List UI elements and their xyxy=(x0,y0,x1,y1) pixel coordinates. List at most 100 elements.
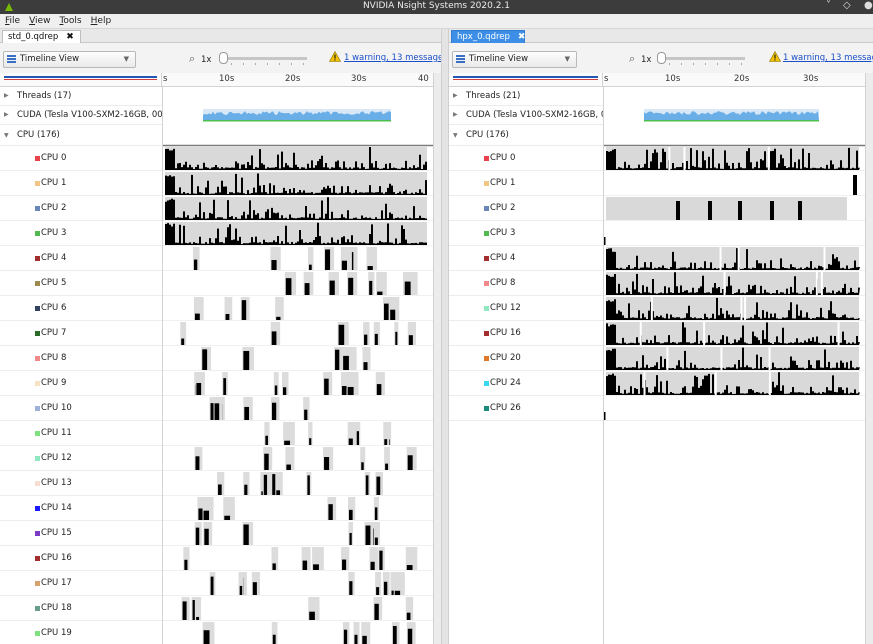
tree-row-cpu-item[interactable]: CPU 10 xyxy=(0,396,162,421)
cpu-utilization-bar xyxy=(328,504,333,520)
left-timeline-canvas[interactable] xyxy=(163,87,433,644)
tab-std-report[interactable]: std_0.qdrep ✖ xyxy=(2,30,81,43)
tree-row-cpu-item[interactable]: CPU 12 xyxy=(449,296,603,321)
menu-view[interactable]: View xyxy=(29,16,50,26)
cpu-utilization-bar xyxy=(265,435,268,445)
ruler-tick: 20s xyxy=(734,74,750,84)
left-tabstrip: std_0.qdrep ✖ xyxy=(0,29,441,43)
cpu-utilization-bar xyxy=(379,550,383,570)
tab-close-icon[interactable]: ✖ xyxy=(518,32,526,42)
cpu-utilization-bar xyxy=(276,490,281,495)
cpu-utilization-bar xyxy=(390,309,396,320)
menu-file[interactable]: File xyxy=(5,16,20,26)
view-select[interactable]: Timeline View ▼ xyxy=(452,51,577,68)
menu-bar: File View Tools Help xyxy=(0,14,873,29)
tree-row-cpu-item[interactable]: CPU 14 xyxy=(0,496,162,521)
tree-row-cpu-item[interactable]: CPU 3 xyxy=(449,221,603,246)
cpu-utilization-bar xyxy=(356,431,360,445)
chevron-right-icon[interactable]: ▶ xyxy=(4,106,9,124)
cpu-utilization-bar xyxy=(376,476,381,495)
cpu-label: CPU 19 xyxy=(41,628,72,638)
tree-row-cpu-item[interactable]: CPU 3 xyxy=(0,221,162,246)
tree-row-cpu-item[interactable]: CPU 13 xyxy=(0,471,162,496)
warnings-link[interactable]: 1 warning, 13 messages xyxy=(344,53,448,63)
tree-row-cpu-item[interactable]: CPU 19 xyxy=(0,621,162,644)
cpu-label: CPU 26 xyxy=(490,403,521,413)
cpu-idle-gap xyxy=(683,147,686,170)
cpu-label: CPU 4 xyxy=(41,253,67,263)
tree-row-cpu-item[interactable]: CPU 11 xyxy=(0,421,162,446)
cpu-label: CPU 2 xyxy=(490,203,516,213)
close-icon[interactable]: ● xyxy=(864,0,873,11)
tree-row-cpu-item[interactable]: CPU 8 xyxy=(0,346,162,371)
right-row-tree: ▶ Threads (21) ▶ CUDA (Tesla V100-SXM2-16G… xyxy=(449,87,604,644)
tree-row-cpu-item[interactable]: CPU 1 xyxy=(449,171,603,196)
warnings-link[interactable]: 1 warning, 13 messages xyxy=(783,53,873,63)
tree-row-cpu-item[interactable]: CPU 15 xyxy=(0,521,162,546)
cpu-utilization-bar xyxy=(407,455,413,470)
tree-label: Threads (21) xyxy=(466,91,521,101)
zoom-slider-handle[interactable] xyxy=(657,52,666,64)
tree-row-cpu-item[interactable]: CPU 16 xyxy=(449,321,603,346)
tab-hpx-report[interactable]: hpx_0.qdrep ✖ xyxy=(451,30,525,43)
tree-row-cpu-item[interactable]: CPU 24 xyxy=(449,371,603,396)
tab-label: std_0.qdrep xyxy=(8,32,59,42)
tree-row-cpu-item[interactable]: CPU 8 xyxy=(449,271,603,296)
tree-row-cpu-item[interactable]: CPU 2 xyxy=(449,196,603,221)
cpu-label: CPU 16 xyxy=(41,553,72,563)
tree-row-cpu-item[interactable]: CPU 17 xyxy=(0,571,162,596)
right-timeline-canvas[interactable] xyxy=(604,87,865,644)
tab-close-icon[interactable]: ✖ xyxy=(66,32,74,42)
tree-row-cpu-item[interactable]: CPU 4 xyxy=(449,246,603,271)
tree-row-threads[interactable]: ▶ Threads (17) xyxy=(0,87,162,106)
chevron-right-icon[interactable]: ▶ xyxy=(453,106,458,124)
tree-row-cpu-item[interactable]: CPU 26 xyxy=(449,396,603,421)
tree-row-cpu-item[interactable]: CPU 6 xyxy=(0,296,162,321)
right-vertical-scrollbar[interactable] xyxy=(865,87,873,644)
tree-row-cpu-item[interactable]: CPU 1 xyxy=(0,171,162,196)
tree-row-cpu-item[interactable]: CPU 0 xyxy=(449,146,603,171)
left-vertical-scrollbar[interactable] xyxy=(433,87,441,644)
maximize-icon[interactable]: ◇ xyxy=(843,0,851,11)
cpu-utilization-bar xyxy=(391,590,394,595)
cpu-utilization-bar xyxy=(196,383,202,395)
tree-row-cpu-item[interactable]: CPU 5 xyxy=(0,271,162,296)
minimize-icon[interactable]: ˅ xyxy=(826,0,831,11)
chevron-right-icon[interactable]: ▶ xyxy=(453,87,458,105)
zoom-slider[interactable] xyxy=(657,52,745,65)
cpu-utilization-bar xyxy=(341,260,347,270)
tree-row-cuda[interactable]: ▶ CUDA (Tesla V100-SXM2-16GB, 000 xyxy=(449,106,603,125)
tree-row-threads[interactable]: ▶ Threads (21) xyxy=(449,87,603,106)
tree-row-cpu-item[interactable]: CPU 0 xyxy=(0,146,162,171)
menu-tools[interactable]: Tools xyxy=(59,16,81,26)
view-select[interactable]: Timeline View ▼ xyxy=(3,51,136,68)
cpu-utilization-bar xyxy=(395,331,398,345)
tree-row-cpu[interactable]: ▼ CPU (176) xyxy=(0,125,162,146)
chevron-right-icon[interactable]: ▶ xyxy=(4,87,9,105)
tree-row-cpu-item[interactable]: CPU 7 xyxy=(0,321,162,346)
cpu-busy-band xyxy=(606,197,847,220)
tree-row-cpu-item[interactable]: CPU 2 xyxy=(0,196,162,221)
tree-row-cpu-item[interactable]: CPU 12 xyxy=(0,446,162,471)
tree-row-cpu[interactable]: ▼ CPU (176) xyxy=(449,125,603,146)
tree-row-cpu-item[interactable]: CPU 9 xyxy=(0,371,162,396)
cpu-utilization-bar xyxy=(335,349,340,370)
pane-splitter[interactable] xyxy=(441,29,449,644)
cpu-utilization-bar xyxy=(304,409,308,420)
ruler-scroll-up[interactable] xyxy=(433,73,441,87)
ruler-scroll-up[interactable] xyxy=(865,73,873,87)
tree-row-cuda[interactable]: ▶ CUDA (Tesla V100-SXM2-16GB, 000 xyxy=(0,106,162,125)
tree-row-cpu-item[interactable]: CPU 18 xyxy=(0,596,162,621)
tree-row-cpu-item[interactable]: CPU 20 xyxy=(449,346,603,371)
menu-help[interactable]: Help xyxy=(91,16,112,26)
cpu-utilization-bar xyxy=(407,628,413,644)
zoom-slider-handle[interactable] xyxy=(219,52,228,64)
tree-row-cpu-item[interactable]: CPU 16 xyxy=(0,546,162,571)
zoom-slider[interactable] xyxy=(219,52,307,65)
chevron-down-icon[interactable]: ▼ xyxy=(453,125,458,146)
cpu-utilization-bar xyxy=(284,440,291,445)
chevron-down-icon[interactable]: ▼ xyxy=(4,125,9,146)
zoom-icon: ⌕ xyxy=(189,52,196,65)
tree-row-cpu-item[interactable]: CPU 4 xyxy=(0,246,162,271)
cpu-label: CPU 9 xyxy=(41,378,67,388)
